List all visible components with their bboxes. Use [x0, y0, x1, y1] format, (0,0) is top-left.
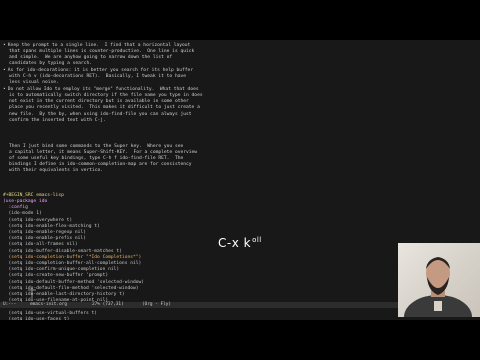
mode-line-position: 27% (737,31)	[92, 302, 124, 307]
prose-text: less visual noise.	[9, 80, 59, 85]
prose-text: of some useful key bindings, type C-h f …	[9, 156, 184, 161]
prose-text: not exist in the current directory but i…	[9, 99, 189, 104]
prose-text: is to automatically switch directory if …	[9, 93, 203, 98]
letterbox-bottom	[0, 320, 480, 360]
bullet: •	[3, 87, 6, 92]
prose-line: place you recently visited. This makes i…	[3, 105, 200, 111]
mode-line-modes: (Org - Fly)	[142, 302, 172, 307]
keycast-keys: C-x k	[218, 236, 252, 250]
prose-text: with their equivalents in vertico.	[9, 168, 104, 173]
webcam-presenter-image	[398, 243, 480, 317]
prose-text: that spans multiple lines is counter-pro…	[9, 49, 195, 54]
bullet: •	[3, 68, 6, 73]
prose-line: less visual noise.	[3, 80, 59, 86]
prose-text: candidates by typing a search.	[9, 61, 92, 66]
prose-text: confirm the inserted text with C-j.	[9, 118, 106, 123]
letterbox-top	[0, 0, 480, 40]
prose-text: place you recently visited. This makes i…	[9, 105, 200, 110]
prose-text: Then I just bind some commands to the Su…	[9, 144, 184, 149]
presenter-figure	[404, 257, 472, 317]
keycast-tail: oll	[252, 236, 262, 244]
prose-line: confirm the inserted text with C-j.	[3, 118, 106, 124]
mode-line-status: U:---	[3, 302, 17, 307]
prose-text: Keep the prompt to a single line. I find…	[7, 43, 191, 48]
prose-line	[3, 125, 9, 131]
prose-text: bindings I define in ido-common-completi…	[9, 162, 192, 167]
prose-text: and simple. We are anyhow going to narro…	[9, 55, 173, 60]
mouse-pointer-icon	[28, 288, 36, 298]
prose-text: new file. By the by, when using ido-find…	[9, 112, 192, 117]
video-frame: • Keep the prompt to a single line. I fin…	[0, 0, 480, 360]
mode-line-buffer-name: emacs-init.org	[30, 302, 68, 307]
prose-line: candidates by typing a search.	[3, 61, 92, 67]
prose-text: As for ido-decorations: it is better you…	[7, 68, 194, 73]
bullet: •	[3, 43, 6, 48]
keycast-overlay: C-x koll	[218, 236, 262, 250]
prose-text: Do not allow Ido to employ its "merge" f…	[7, 87, 199, 92]
prose-text: a capital letter, it means Super-Shift-K…	[9, 150, 198, 155]
prose-line: with their equivalents in vertico.	[3, 168, 103, 174]
prose-text: with C-h v (ido-decorations RET). Basica…	[9, 74, 187, 79]
